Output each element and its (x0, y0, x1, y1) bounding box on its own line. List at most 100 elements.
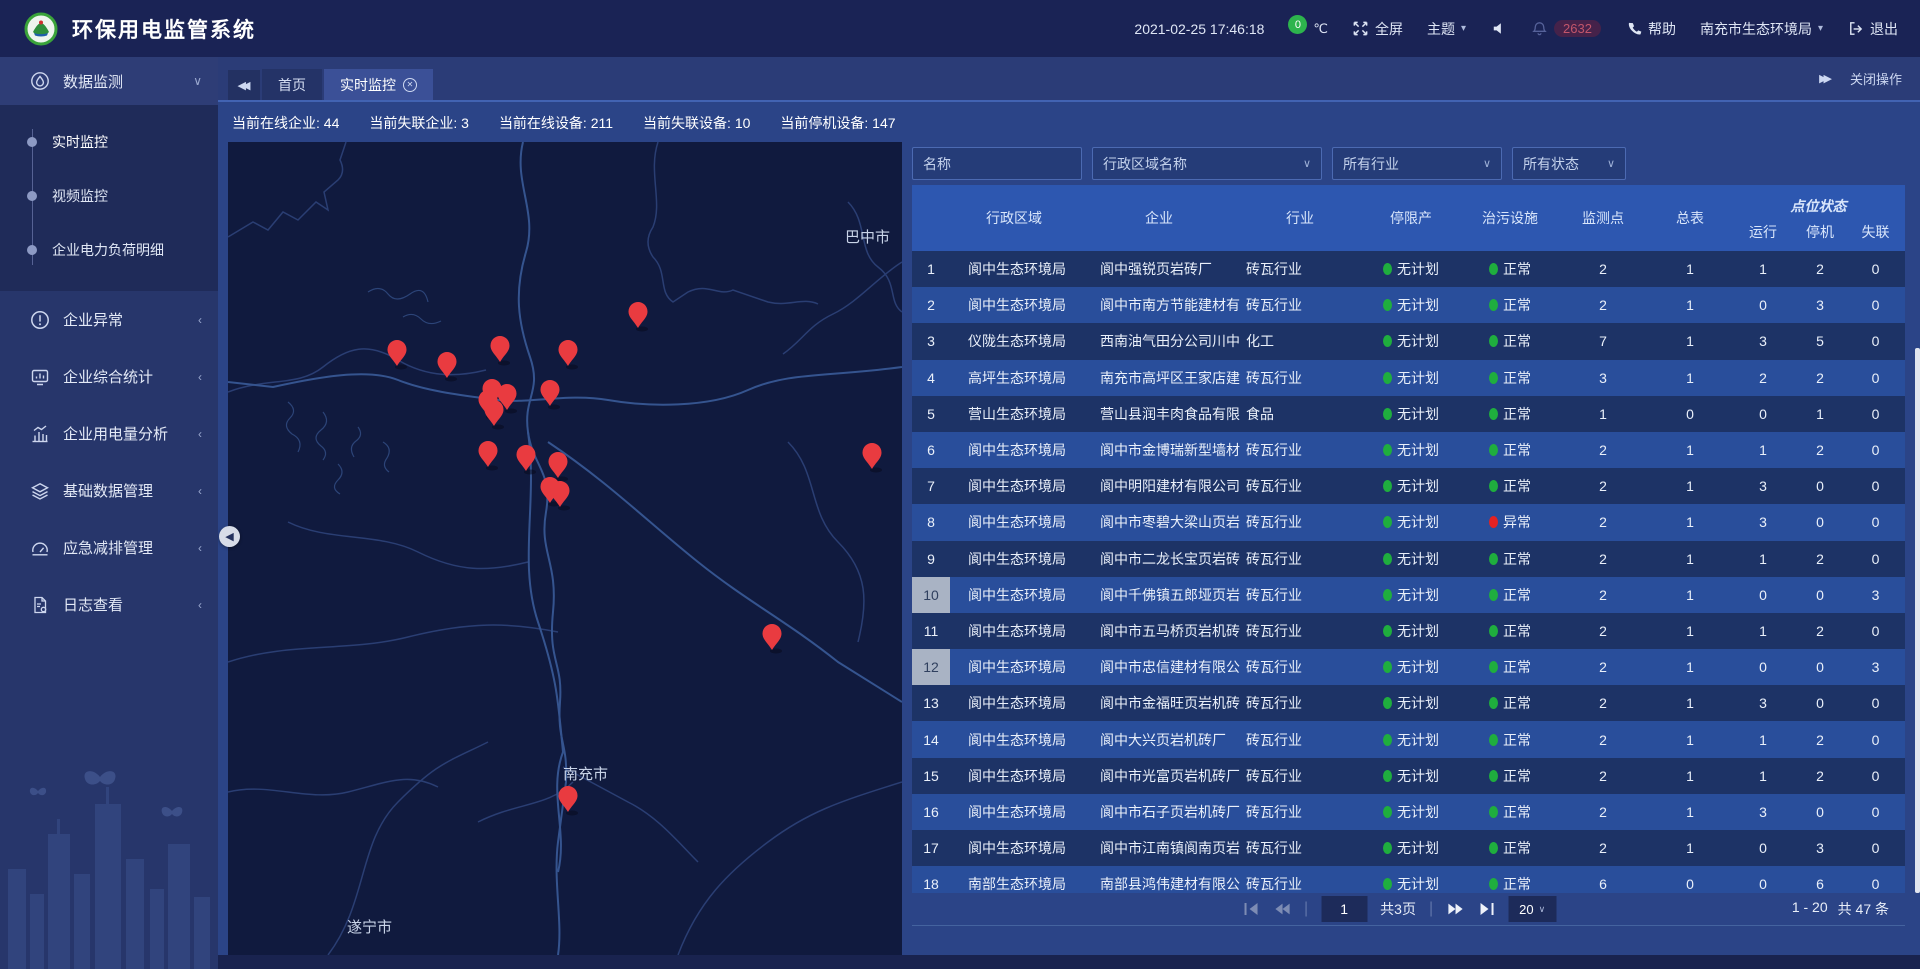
map-pin-icon[interactable] (559, 340, 579, 370)
table-row[interactable]: 10阆中生态环境局阆中千佛镇五郎垭页岩砖瓦行业无计划正常21003 (912, 577, 1905, 613)
table-row[interactable]: 2阆中生态环境局阆中市南方节能建材有砖瓦行业无计划正常21030 (912, 287, 1905, 323)
cell-production-status: 无计划 (1360, 613, 1462, 649)
table-row[interactable]: 17阆中生态环境局阆中市江南镇阆南页岩砖瓦行业无计划正常21030 (912, 830, 1905, 866)
sidebar-subitem-video-monitor[interactable]: 视频监控 (0, 169, 218, 223)
cell-stopped: 0 (1794, 685, 1846, 721)
row-index: 8 (912, 504, 950, 540)
bar-chart-icon (30, 424, 50, 444)
monitor-stats-icon (30, 367, 50, 387)
sidebar-item-emergency-reduction[interactable]: 应急减排管理‹ (0, 519, 218, 576)
industry-select[interactable]: 所有行业 ∨ (1332, 147, 1502, 180)
tab-close-icon[interactable]: ✕ (403, 78, 417, 92)
notification-area[interactable]: 2632 (1531, 20, 1601, 37)
map-panel[interactable]: 巴中市南充市遂宁市 (228, 142, 902, 955)
sidebar-item-power-usage-analysis[interactable]: 企业用电量分析‹ (0, 405, 218, 462)
chevron-down-icon: ∨ (1483, 157, 1491, 170)
cell-production-status: 无计划 (1360, 323, 1462, 359)
help-button[interactable]: 帮助 (1625, 19, 1676, 39)
cell-industry: 砖瓦行业 (1240, 577, 1360, 613)
sidebar-subitem-realtime-monitor[interactable]: 实时监控 (0, 115, 218, 169)
sidebar-item-base-data-management[interactable]: 基础数据管理‹ (0, 462, 218, 519)
table-row[interactable]: 1阆中生态环境局阆中强锐页岩砖厂砖瓦行业无计划正常21120 (912, 251, 1905, 287)
table-row[interactable]: 11阆中生态环境局阆中市五马桥页岩机砖砖瓦行业无计划正常21120 (912, 613, 1905, 649)
map-collapse-handle[interactable]: ◀ (219, 526, 240, 547)
row-index: 6 (912, 432, 950, 468)
status-select[interactable]: 所有状态 ∨ (1512, 147, 1626, 180)
cell-offline: 0 (1846, 721, 1905, 757)
cell-running: 0 (1732, 866, 1794, 893)
theme-dropdown[interactable]: 主题 ▾ (1427, 19, 1466, 39)
sidebar-item-log-view[interactable]: 日志查看‹ (0, 576, 218, 633)
chevron-down-icon: ▾ (1461, 23, 1466, 34)
cell-production-status: 无计划 (1360, 251, 1462, 287)
next-page-button[interactable] (1446, 901, 1464, 917)
sound-button[interactable] (1490, 20, 1507, 37)
cell-production-status: 无计划 (1360, 504, 1462, 540)
table-row[interactable]: 9阆中生态环境局阆中市二龙长宝页岩砖砖瓦行业无计划正常21120 (912, 541, 1905, 577)
app-header: 环保用电监管系统 2021-02-25 17:46:18 0 ℃ 全屏 主题 ▾ (0, 0, 1920, 57)
pagination-bar: | 1 共3页 | 20 ∨ 1 - 20 共 47 条 (912, 893, 1905, 926)
status-dot-green-icon (1383, 770, 1392, 782)
map-pin-icon[interactable] (517, 445, 537, 475)
table-row[interactable]: 18南部生态环境局南部县鸿伟建材有限公砖瓦行业无计划正常60060 (912, 866, 1905, 893)
name-search-input[interactable]: 名称 (912, 147, 1082, 180)
map-pin-icon[interactable] (629, 302, 649, 332)
table-row[interactable]: 6阆中生态环境局阆中市金博瑞新型墙材砖瓦行业无计划正常21120 (912, 432, 1905, 468)
cell-industry: 砖瓦行业 (1240, 287, 1360, 323)
map-pin-icon[interactable] (438, 352, 458, 382)
cell-stopped: 2 (1794, 251, 1846, 287)
scrollbar-thumb[interactable] (1915, 348, 1920, 893)
table-row[interactable]: 7阆中生态环境局阆中明阳建材有限公司砖瓦行业无计划正常21300 (912, 468, 1905, 504)
page-size-select[interactable]: 20 ∨ (1508, 896, 1556, 922)
map-pin-icon[interactable] (479, 441, 499, 471)
sidebar-item-enterprise-abnormal[interactable]: 企业异常‹ (0, 291, 218, 348)
sidebar-item-enterprise-statistics[interactable]: 企业综合统计‹ (0, 348, 218, 405)
table-row[interactable]: 8阆中生态环境局阆中市枣碧大梁山页岩砖瓦行业无计划异常21300 (912, 504, 1905, 540)
table-row[interactable]: 3仪陇生态环境局西南油气田分公司川中化工无计划正常71350 (912, 323, 1905, 359)
table-row[interactable]: 15阆中生态环境局阆中市光富页岩机砖厂砖瓦行业无计划正常21120 (912, 758, 1905, 794)
cell-production-status: 无计划 (1360, 721, 1462, 757)
cell-production-status: 无计划 (1360, 287, 1462, 323)
sidebar-item-data-monitoring[interactable]: 数据监测∨ (0, 57, 218, 105)
first-page-button[interactable] (1242, 901, 1260, 917)
last-page-button[interactable] (1477, 901, 1495, 917)
cell-industry: 化工 (1240, 323, 1360, 359)
cell-total-meters: 1 (1648, 468, 1732, 504)
logout-button[interactable]: 退出 (1847, 19, 1898, 39)
fullscreen-icon (1352, 20, 1369, 37)
tabs-scroll-left-button[interactable]: ◀◀ (228, 70, 260, 100)
map-pin-icon[interactable] (541, 380, 561, 410)
map-pin-icon[interactable] (863, 443, 883, 473)
table-row[interactable]: 12阆中生态环境局阆中市忠信建材有限公砖瓦行业无计划正常21003 (912, 649, 1905, 685)
map-pin-icon[interactable] (388, 340, 408, 370)
sidebar-subitem-power-load-detail[interactable]: 企业电力负荷明细 (0, 223, 218, 277)
table-row[interactable]: 14阆中生态环境局阆中大兴页岩机砖厂砖瓦行业无计划正常21120 (912, 721, 1905, 757)
cell-region: 阆中生态环境局 (950, 794, 1078, 830)
table-row[interactable]: 4高坪生态环境局南充市高坪区王家店建砖瓦行业无计划正常31220 (912, 360, 1905, 396)
cell-company: 阆中市五马桥页岩机砖 (1078, 613, 1240, 649)
col-stop: 停机 (1794, 218, 1846, 251)
cell-facility-status: 正常 (1462, 649, 1558, 685)
org-dropdown[interactable]: 南充市生态环境局 ▾ (1700, 19, 1823, 39)
tab-首页[interactable]: 首页 (262, 69, 322, 100)
row-index: 5 (912, 396, 950, 432)
region-select[interactable]: 行政区域名称 ∨ (1092, 147, 1322, 180)
table-row[interactable]: 5营山生态环境局营山县润丰肉食品有限食品无计划正常10010 (912, 396, 1905, 432)
tabs-scroll-right-icon[interactable]: ▶▶ (1819, 72, 1832, 85)
map-pin-icon[interactable] (485, 400, 505, 430)
row-index: 17 (912, 830, 950, 866)
cell-stopped: 0 (1794, 577, 1846, 613)
map-pin-icon[interactable] (549, 452, 569, 482)
page-number-input[interactable]: 1 (1321, 896, 1367, 922)
table-row[interactable]: 16阆中生态环境局阆中市石子页岩机砖厂砖瓦行业无计划正常21300 (912, 794, 1905, 830)
fullscreen-button[interactable]: 全屏 (1352, 19, 1403, 39)
map-pin-icon[interactable] (491, 336, 511, 366)
cell-monitor-points: 3 (1558, 360, 1648, 396)
cell-industry: 食品 (1240, 396, 1360, 432)
map-pin-icon[interactable] (763, 624, 783, 654)
prev-page-button[interactable] (1273, 901, 1291, 917)
close-operations-button[interactable]: 关闭操作 (1850, 69, 1902, 88)
table-row[interactable]: 13阆中生态环境局阆中市金福旺页岩机砖砖瓦行业无计划正常21300 (912, 685, 1905, 721)
row-index: 10 (912, 577, 950, 613)
tab-实时监控[interactable]: 实时监控✕ (324, 69, 433, 100)
